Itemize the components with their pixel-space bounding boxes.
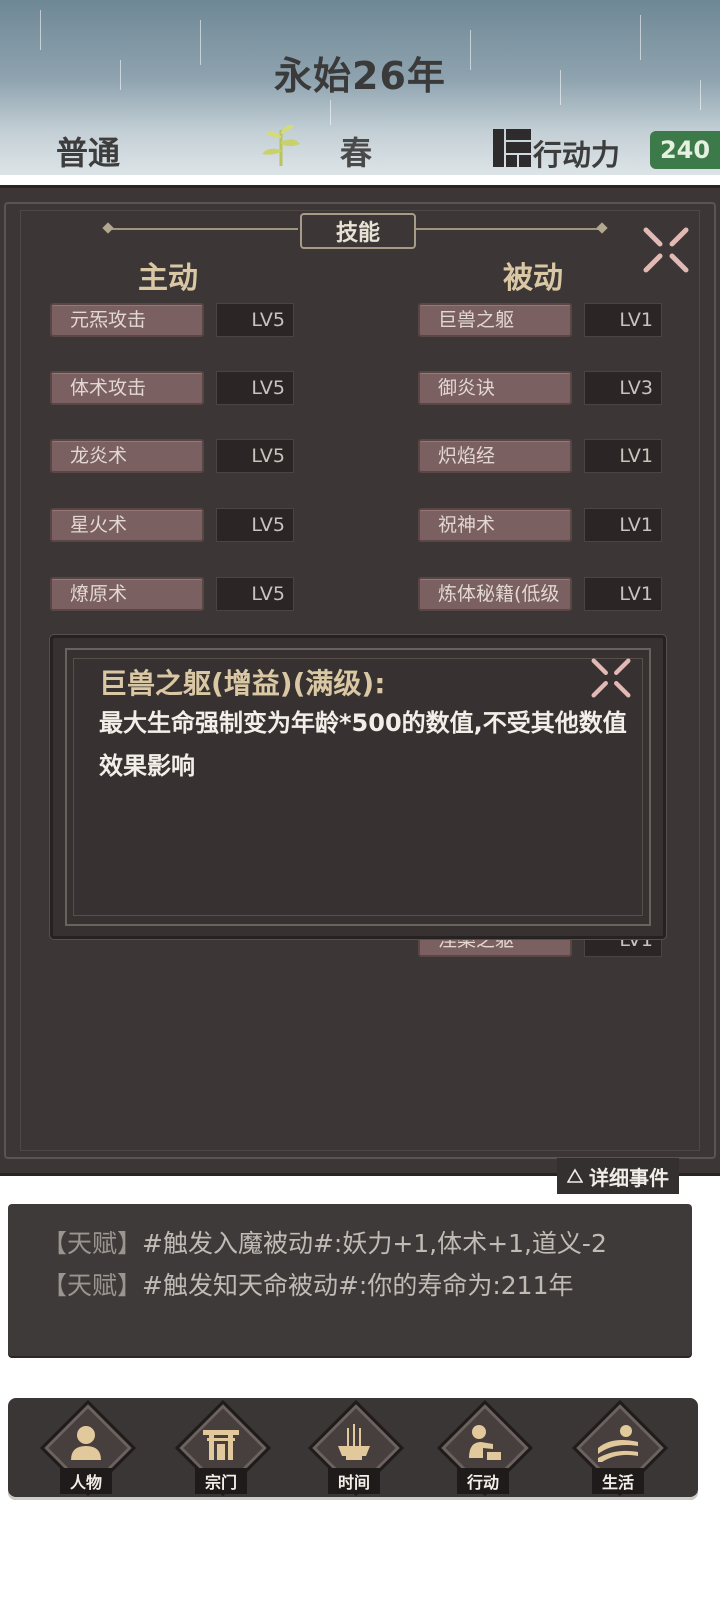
- nav-label: 行动: [457, 1468, 509, 1494]
- person-icon: [71, 1426, 101, 1460]
- log-entry-tag: 【天赋】: [42, 1229, 143, 1258]
- skill-level: LV1: [584, 439, 662, 473]
- nav-item-time[interactable]: 时间: [306, 1399, 405, 1500]
- skill-level: LV5: [216, 508, 294, 542]
- close-icon[interactable]: [636, 220, 696, 280]
- active-skill-button[interactable]: 星火术: [50, 508, 204, 542]
- difficulty-label: 普通: [56, 134, 121, 172]
- bottom-nav: 人物 宗门 时间 行动 生活: [8, 1398, 698, 1500]
- skill-level: LV1: [584, 508, 662, 542]
- active-skills-header: 主动: [138, 261, 198, 296]
- title-ornament-right: [414, 228, 604, 230]
- nav-item-action[interactable]: 行动: [435, 1399, 534, 1500]
- active-skill-button[interactable]: 体术攻击: [50, 371, 204, 405]
- passive-skills-header: 被动: [503, 261, 563, 296]
- nav-label: 宗门: [195, 1468, 247, 1494]
- popup-close-icon[interactable]: [585, 652, 637, 704]
- action-points-icon: [493, 129, 531, 167]
- skill-level: LV5: [216, 371, 294, 405]
- season-label: 春: [340, 134, 373, 172]
- skill-level: LV5: [216, 577, 294, 611]
- log-entry-text: #触发入魔被动#:妖力+1,体术+1,道义-2: [142, 1229, 607, 1258]
- rain-streak: [330, 100, 331, 125]
- skill-level: LV1: [584, 303, 662, 337]
- event-log: 【天赋】#触发入魔被动#:妖力+1,体术+1,道义-2 【天赋】#触发知天命被动…: [8, 1204, 692, 1356]
- action-points-value: 240: [650, 131, 720, 169]
- log-entry: 【天赋】#触发入魔被动#:妖力+1,体术+1,道义-2: [42, 1224, 607, 1260]
- action-icon: [469, 1425, 501, 1460]
- nav-label: 时间: [328, 1468, 380, 1494]
- rain-streak: [40, 10, 41, 50]
- passive-skill-button[interactable]: 御炎诀: [418, 371, 572, 405]
- passive-skill-button[interactable]: 祝神术: [418, 508, 572, 542]
- popup-description: 最大生命强制变为年龄*500的数值,不受其他数值效果影响: [99, 709, 627, 780]
- active-skill-button[interactable]: 龙炎术: [50, 439, 204, 473]
- popup-title: 巨兽之躯(增益)(满级):: [99, 667, 386, 700]
- nav-item-character[interactable]: 人物: [38, 1399, 137, 1500]
- triangle-up-icon: [567, 1168, 583, 1183]
- passive-skill-button[interactable]: 炽焰经: [418, 439, 572, 473]
- detail-events-label: 详细事件: [589, 1165, 669, 1190]
- detail-events-button[interactable]: 详细事件: [557, 1158, 679, 1194]
- landscape-icon: [598, 1425, 638, 1462]
- nav-item-life[interactable]: 生活: [570, 1399, 669, 1500]
- status-header: 永始26年 普通 春 行动力 240: [0, 0, 720, 175]
- nav-item-sect[interactable]: 宗门: [173, 1399, 272, 1500]
- active-skill-button[interactable]: 燎原术: [50, 577, 204, 611]
- header-divider: [0, 175, 720, 185]
- skill-level: LV5: [216, 439, 294, 473]
- active-skill-button[interactable]: 元炁攻击: [50, 303, 204, 337]
- panel-title: 技能: [300, 213, 416, 249]
- skill-level: LV5: [216, 303, 294, 337]
- skill-detail-popup: 巨兽之躯(增益)(满级): 最大生命强制变为年龄*500的数值,不受其他数值效果…: [50, 635, 666, 939]
- title-ornament-left: [108, 228, 298, 230]
- incense-icon: [338, 1424, 370, 1460]
- skill-level: LV3: [584, 371, 662, 405]
- spring-plant-icon: [262, 124, 300, 166]
- passive-skill-button[interactable]: 巨兽之躯: [418, 303, 572, 337]
- nav-label: 人物: [60, 1468, 112, 1494]
- year-title: 永始26年: [274, 54, 446, 98]
- passive-skill-button[interactable]: 炼体秘籍(低级: [418, 577, 572, 611]
- skill-level: LV1: [584, 577, 662, 611]
- log-entry: 【天赋】#触发知天命被动#:你的寿命为:211年: [42, 1266, 573, 1302]
- log-entry-tag: 【天赋】: [42, 1271, 143, 1300]
- sect-gate-icon: [203, 1430, 239, 1460]
- log-entry-text: #触发知天命被动#:你的寿命为:211年: [142, 1271, 574, 1300]
- action-points-label: 行动力: [533, 138, 621, 172]
- nav-label: 生活: [592, 1468, 644, 1494]
